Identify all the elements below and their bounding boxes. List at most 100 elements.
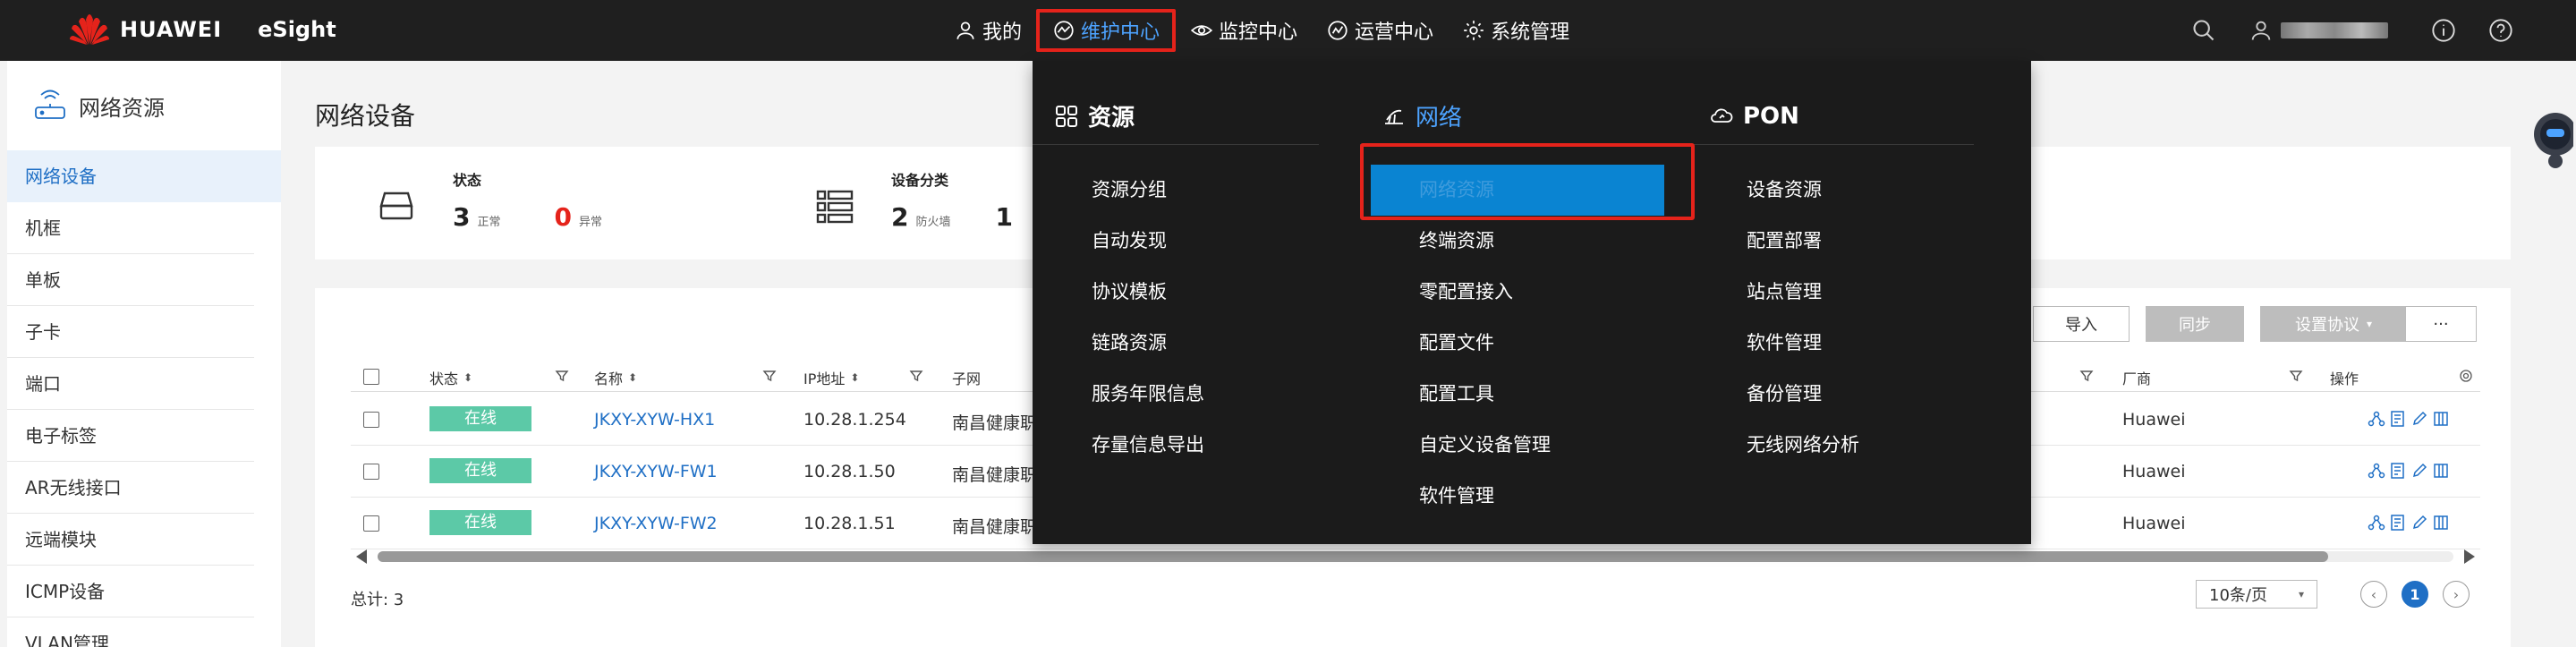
column-vendor[interactable]: 厂商 — [2122, 367, 2151, 388]
import-button[interactable]: 导入 — [2033, 306, 2130, 342]
panel-icon[interactable] — [2432, 514, 2450, 532]
sidebar-item-ar-wireless[interactable]: AR无线接口 — [7, 462, 254, 514]
nav-item-mine[interactable]: 我的 — [939, 9, 1036, 52]
chevron-down-icon: ▾ — [2298, 588, 2304, 600]
row-checkbox[interactable] — [363, 412, 379, 428]
filter-icon[interactable] — [2079, 369, 2094, 383]
panel-icon[interactable] — [2432, 462, 2450, 480]
next-page-button[interactable]: › — [2443, 581, 2470, 608]
normal-count[interactable]: 3 — [453, 202, 470, 232]
scroll-left-arrow[interactable] — [356, 549, 367, 564]
filter-icon[interactable] — [909, 369, 923, 383]
device-name-link[interactable]: JKXY-XYW-HX1 — [594, 410, 715, 430]
horizontal-scrollbar[interactable] — [351, 548, 2480, 566]
device-name-link[interactable]: JKXY-XYW-FW2 — [594, 514, 718, 533]
menu-item-resource-group[interactable]: 资源分组 — [1033, 165, 1346, 216]
row-actions — [2368, 410, 2453, 428]
nav-item-operations[interactable]: 运营中心 — [1312, 9, 1448, 52]
details-icon[interactable] — [2389, 462, 2407, 480]
menu-item-config-tools[interactable]: 配置工具 — [1360, 369, 1673, 420]
nav-item-maintenance[interactable]: 维护中心 — [1036, 9, 1177, 52]
page-number[interactable]: 1 — [2402, 581, 2428, 608]
sidebar-item-subcard[interactable]: 子卡 — [7, 306, 254, 358]
help-icon[interactable] — [2488, 18, 2513, 43]
menu-item-link-resources[interactable]: 链路资源 — [1033, 318, 1346, 369]
topology-icon[interactable] — [2368, 462, 2385, 480]
page-title: 网络设备 — [315, 101, 416, 131]
device-vendor: Huawei — [2122, 514, 2186, 533]
menu-item-backup[interactable]: 备份管理 — [1688, 369, 2001, 420]
edit-icon[interactable] — [2410, 462, 2428, 480]
device-ip: 10.28.1.50 — [803, 462, 896, 481]
menu-item-service-life[interactable]: 服务年限信息 — [1033, 369, 1346, 420]
nav-item-monitoring[interactable]: 监控中心 — [1176, 9, 1312, 52]
topology-icon[interactable] — [2368, 514, 2385, 532]
sidebar-item-network-devices[interactable]: 网络设备 — [7, 150, 281, 202]
category-label: 设备分类 — [891, 172, 949, 189]
details-icon[interactable] — [2389, 514, 2407, 532]
select-all-checkbox[interactable] — [363, 369, 379, 385]
gear-icon — [1464, 21, 1484, 40]
abnormal-count[interactable]: 0 — [555, 202, 572, 232]
filter-icon[interactable] — [555, 369, 569, 383]
nav-item-system[interactable]: 系统管理 — [1448, 9, 1584, 52]
scroll-right-arrow[interactable] — [2464, 549, 2475, 564]
brand[interactable]: HUAWEI eSight — [68, 13, 336, 47]
more-button[interactable]: ··· — [2405, 306, 2477, 342]
menu-item-device-resources[interactable]: 设备资源 — [1688, 165, 2001, 216]
set-protocol-button[interactable]: 设置协议 ▾ — [2260, 306, 2407, 342]
search-icon[interactable] — [2191, 18, 2216, 43]
nav-label: 运营中心 — [1355, 21, 1434, 44]
sidebar-item-remote-module[interactable]: 远端模块 — [7, 514, 254, 566]
panel-icon[interactable] — [2432, 410, 2450, 428]
menu-item-software-pon[interactable]: 软件管理 — [1688, 318, 2001, 369]
row-checkbox[interactable] — [363, 515, 379, 532]
edit-icon[interactable] — [2410, 410, 2428, 428]
edit-icon[interactable] — [2410, 514, 2428, 532]
row-checkbox[interactable] — [363, 464, 379, 480]
filter-icon[interactable] — [762, 369, 777, 383]
sidebar-item-e-label[interactable]: 电子标签 — [7, 410, 254, 462]
details-icon[interactable] — [2389, 410, 2407, 428]
scroll-thumb[interactable] — [378, 551, 2328, 562]
status-badge: 在线 — [429, 406, 531, 431]
sidebar-item-board[interactable]: 单板 — [7, 254, 254, 306]
sidebar-item-port[interactable]: 端口 — [7, 358, 254, 410]
info-icon[interactable] — [2431, 18, 2456, 43]
user-icon — [956, 21, 974, 39]
menu-item-config-deploy[interactable]: 配置部署 — [1688, 216, 2001, 267]
firewall-count[interactable]: 2 — [891, 202, 908, 232]
row-actions — [2368, 462, 2453, 480]
menu-item-inventory-export[interactable]: 存量信息导出 — [1033, 420, 1346, 471]
column-status[interactable]: 状态 ⬍ — [429, 367, 472, 388]
row-actions — [2368, 514, 2453, 532]
menu-item-terminal-resources[interactable]: 终端资源 — [1360, 216, 1673, 267]
menu-item-zero-touch[interactable]: 零配置接入 — [1360, 267, 1673, 318]
menu-item-software-network[interactable]: 软件管理 — [1360, 471, 1673, 522]
column-subnet[interactable]: 子网 — [952, 367, 981, 388]
column-name[interactable]: 名称 ⬍ — [594, 367, 637, 388]
filter-icon[interactable] — [2289, 369, 2303, 383]
sort-icon: ⬍ — [850, 371, 860, 384]
sync-button[interactable]: 同步 — [2146, 306, 2244, 342]
menu-item-wireless-analysis[interactable]: 无线网络分析 — [1688, 420, 2001, 471]
column-settings-icon[interactable] — [2459, 369, 2473, 383]
sidebar-item-chassis[interactable]: 机框 — [7, 202, 254, 254]
menu-item-protocol-template[interactable]: 协议模板 — [1033, 267, 1346, 318]
menu-item-auto-discovery[interactable]: 自动发现 — [1033, 216, 1346, 267]
user-account-icon[interactable] — [2249, 18, 2274, 43]
menu-item-config-files[interactable]: 配置文件 — [1360, 318, 1673, 369]
sidebar-item-icmp[interactable]: ICMP设备 — [7, 566, 254, 617]
prev-page-button[interactable]: ‹ — [2360, 581, 2387, 608]
topology-icon[interactable] — [2368, 410, 2385, 428]
sidebar-item-vlan[interactable]: VLAN管理 — [7, 617, 254, 647]
assistant-icon[interactable] — [2520, 107, 2573, 179]
username-blurred[interactable] — [2281, 22, 2388, 38]
menu-item-custom-device[interactable]: 自定义设备管理 — [1360, 420, 1673, 471]
column-ip[interactable]: IP地址 ⬍ — [803, 367, 859, 388]
menu-item-site-management[interactable]: 站点管理 — [1688, 267, 2001, 318]
page-size-select[interactable]: 10条/页 ▾ — [2196, 580, 2317, 609]
other-count[interactable]: 1 — [996, 202, 1013, 232]
device-name-link[interactable]: JKXY-XYW-FW1 — [594, 462, 718, 481]
category-summary: 设备分类 2 防火墙 1 — [814, 168, 1020, 232]
